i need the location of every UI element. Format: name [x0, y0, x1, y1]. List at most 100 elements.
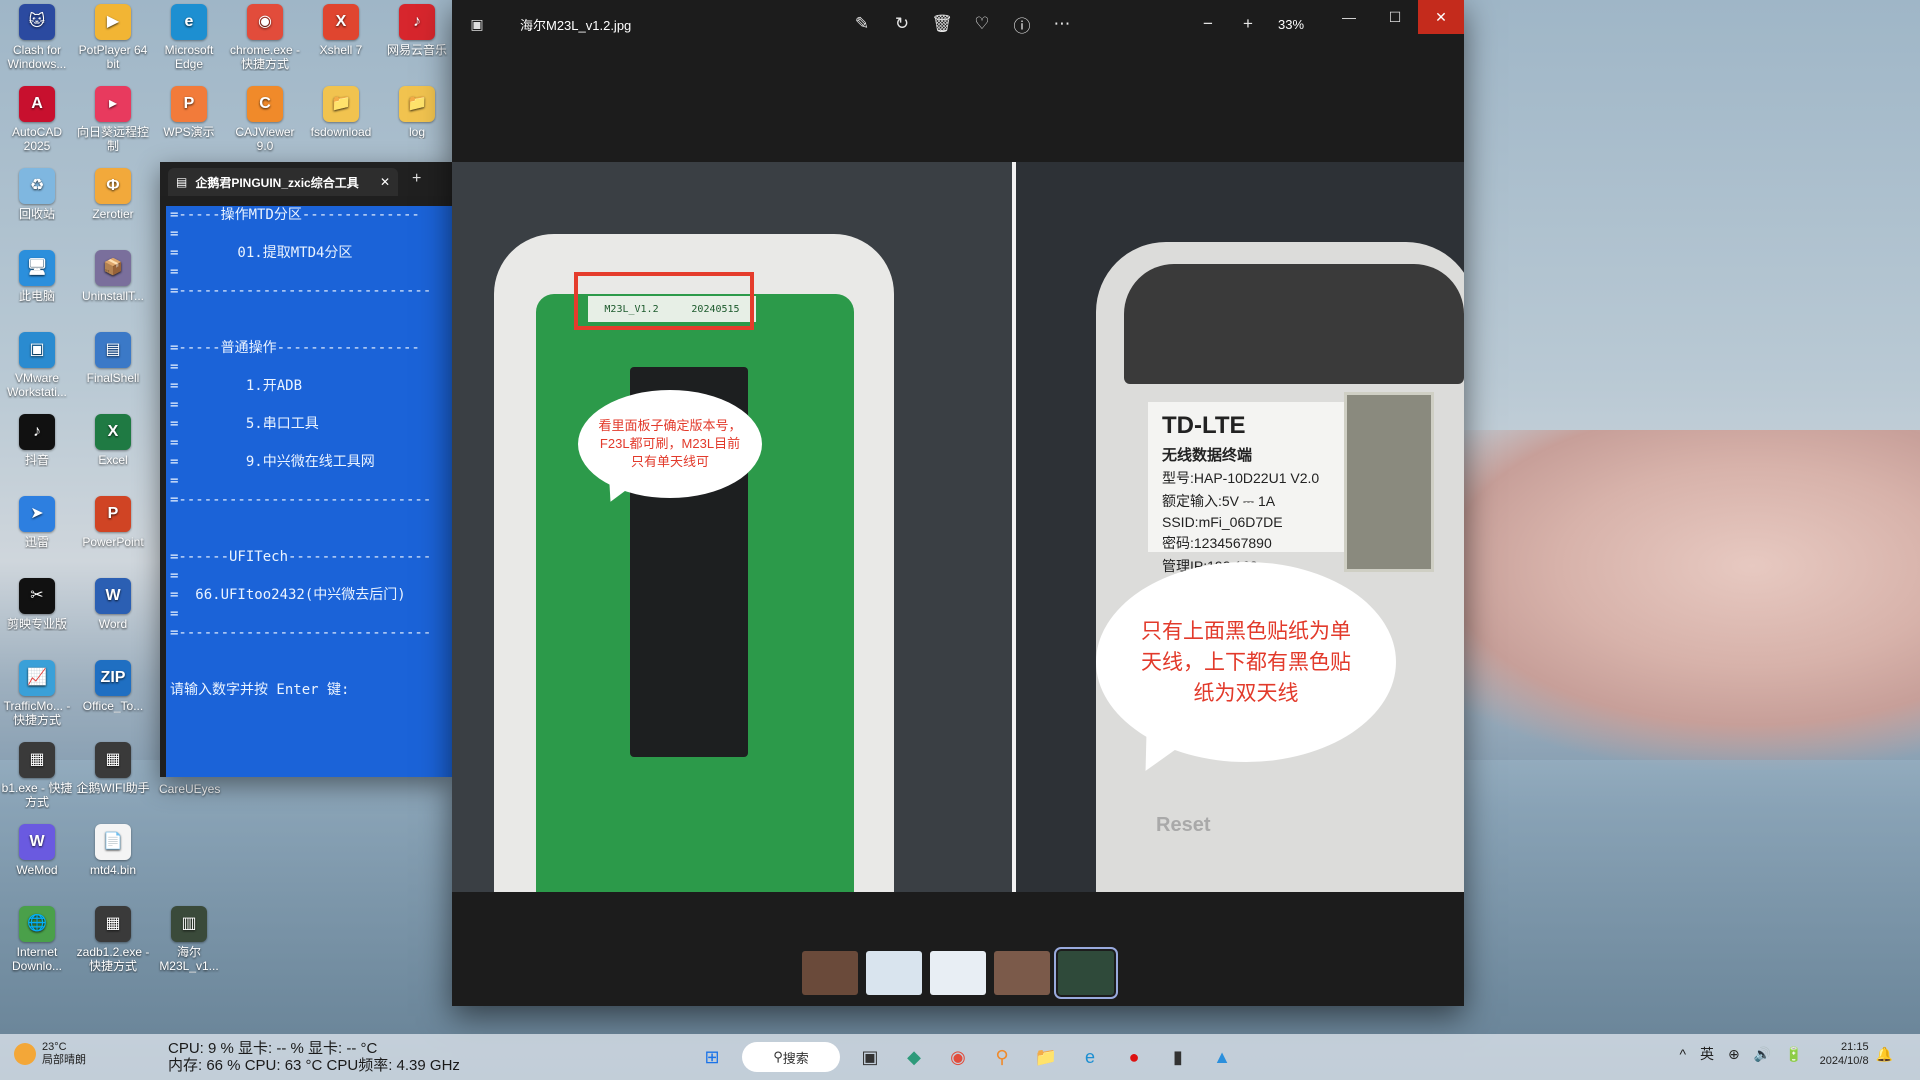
- explorer-icon[interactable]: 📁: [1028, 1039, 1064, 1075]
- filmstrip-thumbnail[interactable]: [802, 951, 858, 995]
- app-icon: C: [247, 86, 283, 122]
- zoom-out-icon[interactable]: −: [1188, 7, 1228, 41]
- app-icon: ▣: [19, 332, 55, 368]
- sim-slot: [1344, 392, 1434, 572]
- desktop-icon[interactable]: W WeMod: [0, 824, 74, 877]
- photos-icon[interactable]: ▲: [1204, 1039, 1240, 1075]
- app-icon: ➤: [19, 496, 55, 532]
- desktop-icon[interactable]: ▦ 企鹅WIFI助手: [76, 742, 150, 795]
- filmstrip-thumbnail[interactable]: [930, 951, 986, 995]
- desktop-icon[interactable]: ▦ zadb1.2.exe - 快捷方式: [76, 906, 150, 973]
- app-icon: A: [19, 86, 55, 122]
- edit-icon[interactable]: ✎: [842, 7, 882, 41]
- info-icon[interactable]: ⓘ: [1002, 7, 1042, 41]
- maximize-button[interactable]: ☐: [1372, 0, 1418, 34]
- taskbar-search-button[interactable]: ⚲ 搜索: [742, 1042, 840, 1072]
- desktop-icon[interactable]: ✂ 剪映专业版: [0, 578, 74, 631]
- terminal-console[interactable]: =-----操作MTD分区-------------- = = 01.提取MTD4分…: [166, 206, 452, 777]
- annotation-bubble-big: 只有上面黑色贴纸为单天线，上下都有黑色贴纸为双天线: [1096, 562, 1396, 762]
- desktop-icon[interactable]: 🖥 此电脑: [0, 250, 74, 303]
- filmstrip-thumbnail[interactable]: [994, 951, 1050, 995]
- battery-icon[interactable]: 🔋: [1785, 1046, 1802, 1062]
- app-icon: W: [95, 578, 131, 614]
- desktop-icon[interactable]: 📈 TrafficMo... - 快捷方式: [0, 660, 74, 727]
- desktop-icon[interactable]: ➤ 迅雷: [0, 496, 74, 549]
- app-green-icon[interactable]: ◆: [896, 1039, 932, 1075]
- volume-icon[interactable]: 🔊: [1754, 1046, 1771, 1062]
- new-tab-button[interactable]: +: [412, 170, 421, 188]
- desktop-icon[interactable]: P WPS演示: [152, 86, 226, 139]
- desktop-icon[interactable]: ▶ PotPlayer 64 bit: [76, 4, 150, 71]
- desktop-icon[interactable]: ♪ 网易云音乐: [380, 4, 454, 57]
- desktop-icon[interactable]: 📄 mtd4.bin: [76, 824, 150, 877]
- network-icon[interactable]: ⊕: [1728, 1046, 1740, 1062]
- desktop-icon[interactable]: ▣ VMware Workstati...: [0, 332, 74, 399]
- app-icon: X: [95, 414, 131, 450]
- desktop-icon[interactable]: 🌐 Internet Downlo...: [0, 906, 74, 973]
- record-icon[interactable]: ●: [1116, 1039, 1152, 1075]
- desktop-icon[interactable]: ▸ 向日葵远程控制: [76, 86, 150, 153]
- terminal-line: = 66.UFItoo2432(中兴微去后门): [170, 587, 406, 603]
- tray-overflow-icon[interactable]: ^: [1679, 1046, 1686, 1062]
- system-monitor: CPU: 9 % 显卡: -- % 显卡: -- °C 内存: 66 % CPU…: [168, 1040, 460, 1074]
- favorite-icon[interactable]: ♡: [962, 7, 1002, 41]
- desktop-icon[interactable]: ▦ b1.exe - 快捷方式: [0, 742, 74, 809]
- desktop-icon-label: mtd4.bin: [89, 863, 137, 877]
- desktop-icon[interactable]: W Word: [76, 578, 150, 631]
- desktop-icon[interactable]: P PowerPoint: [76, 496, 150, 549]
- desktop-icon[interactable]: C CAJViewer 9.0: [228, 86, 302, 153]
- zoom-in-icon[interactable]: +: [1228, 7, 1268, 41]
- app-icon: ♻: [19, 168, 55, 204]
- app-icon: ▤: [95, 332, 131, 368]
- desktop-icon[interactable]: X Excel: [76, 414, 150, 467]
- input-method-icon[interactable]: 英: [1700, 1046, 1714, 1062]
- desktop-icon[interactable]: 📁 log: [380, 86, 454, 139]
- chrome-icon[interactable]: ◉: [940, 1039, 976, 1075]
- taskbar: 23°C 局部晴朗 CPU: 9 % 显卡: -- % 显卡: -- °C 内存…: [0, 1034, 1920, 1080]
- app-icon: 🌐: [19, 906, 55, 942]
- desktop-icon[interactable]: X Xshell 7: [304, 4, 378, 57]
- desktop-icon[interactable]: ♪ 抖音: [0, 414, 74, 467]
- app-icon: ▦: [95, 742, 131, 778]
- app-icon: 🐱: [19, 4, 55, 40]
- app-icon: ▥: [171, 906, 207, 942]
- desktop-icon[interactable]: A AutoCAD 2025: [0, 86, 74, 153]
- taskview-icon[interactable]: ▣: [852, 1039, 888, 1075]
- desktop-icon[interactable]: ◉ chrome.exe - 快捷方式: [228, 4, 302, 71]
- desktop-icon[interactable]: 📦 UninstallT...: [76, 250, 150, 303]
- search-tool-icon[interactable]: ⚲: [984, 1039, 1020, 1075]
- edge-icon[interactable]: e: [1072, 1039, 1108, 1075]
- clock-date: 2024/10/8: [1819, 1055, 1869, 1067]
- desktop-icon[interactable]: ▥ 海尔 M23L_v1...: [152, 906, 226, 973]
- close-button[interactable]: ✕: [1418, 0, 1464, 34]
- desktop-icon[interactable]: ZIP Office_To...: [76, 660, 150, 713]
- notification-icon[interactable]: 🔔: [1876, 1046, 1893, 1063]
- terminal-line: =: [170, 435, 179, 451]
- more-icon[interactable]: ⋯: [1042, 7, 1082, 41]
- terminal-tab-title: 企鹅君PINGUIN_zxic综合工具: [195, 175, 359, 190]
- terminal-tab[interactable]: ▤ 企鹅君PINGUIN_zxic综合工具 ✕: [168, 168, 398, 196]
- clock[interactable]: 21:15 2024/10/8: [1820, 1040, 1869, 1068]
- delete-icon[interactable]: 🗑: [922, 7, 962, 41]
- sticker-line: 额定输入:5V ⎓ 1A: [1162, 493, 1276, 509]
- photo-canvas[interactable]: M23L_V1.2 20240515 看里面板子确定版本号，F23L都可刷，M2…: [452, 162, 1464, 892]
- filmstrip-thumbnail[interactable]: [866, 951, 922, 995]
- zoom-level[interactable]: 33%: [1278, 17, 1304, 32]
- weather-widget[interactable]: 23°C 局部晴朗: [14, 1041, 86, 1067]
- close-tab-icon[interactable]: ✕: [380, 175, 390, 189]
- terminal-icon[interactable]: ▮: [1160, 1039, 1196, 1075]
- filmstrip-thumbnail[interactable]: [1054, 947, 1118, 999]
- minimize-button[interactable]: —: [1326, 0, 1372, 34]
- desktop-icon[interactable]: 🐱 Clash for Windows...: [0, 4, 74, 71]
- desktop-icon[interactable]: 📁 fsdownload: [304, 86, 378, 139]
- desktop-icon[interactable]: Φ Zerotier: [76, 168, 150, 221]
- desktop-icon[interactable]: ♻ 回收站: [0, 168, 74, 221]
- rotate-icon[interactable]: ↻: [882, 7, 922, 41]
- desktop-icon[interactable]: e Microsoft Edge: [152, 4, 226, 71]
- app-icon: ◉: [247, 4, 283, 40]
- sticker-specs: 型号:HAP-10D22U1 V2.0 额定输入:5V ⎓ 1A SSID:mFi_…: [1162, 468, 1348, 576]
- start-icon[interactable]: ⊞: [694, 1039, 730, 1075]
- desktop-icon[interactable]: ▤ FinalShell: [76, 332, 150, 385]
